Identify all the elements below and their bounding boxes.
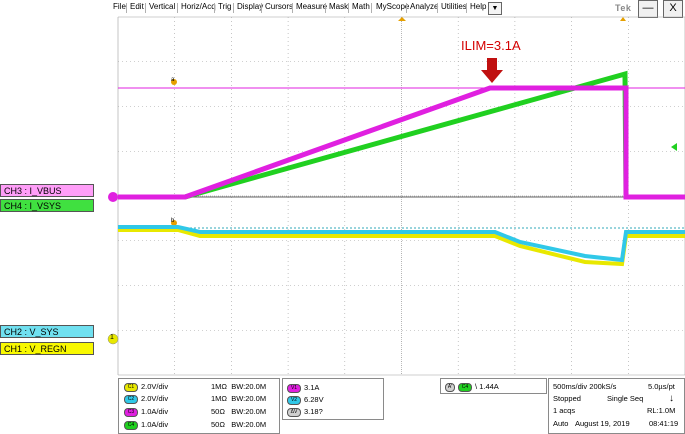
- ch1-badge: C1: [124, 382, 138, 392]
- ch3-bw: W:20.0M: [236, 407, 267, 416]
- ref-a-label: a: [171, 77, 175, 83]
- ch1-label: CH1 : V_REGN: [0, 342, 94, 355]
- trigger-source-badge: A': [445, 382, 455, 392]
- ch4-impedance: 50Ω: [211, 420, 225, 429]
- single-seq-arrow-icon: ↓: [669, 393, 674, 404]
- timebase: 500ms/div: [553, 382, 588, 391]
- cursor-delta-value: 3.18?: [304, 407, 323, 416]
- ch3-badge: C3: [124, 407, 138, 417]
- acq-count: 1 acqs: [553, 406, 576, 415]
- cursor-v2-value: 6.28V: [304, 395, 324, 404]
- timebase-row: 500ms/div 200kS/s: [553, 382, 616, 391]
- timebase-marker: [620, 17, 626, 21]
- acq-state: Stopped: [553, 394, 581, 403]
- ch4-badge: C4: [124, 420, 138, 430]
- ch1-settings-row: C1 2.0V/div: [124, 382, 168, 392]
- ch3-trace: [118, 85, 685, 200]
- trigger-row: A' C4 \ 1.44A: [445, 382, 499, 392]
- trigger-position-marker: [398, 17, 406, 21]
- ch3-impedance: 50Ω: [211, 407, 225, 416]
- ch2-label: CH2 : V_SYS: [0, 325, 94, 338]
- trigger-level: 1.44A: [479, 382, 499, 391]
- ch3-settings-row: C3 1.0A/div: [124, 407, 168, 417]
- acq-date: August 19, 2019: [575, 419, 630, 428]
- vertical-settings-panel[interactable]: C1 2.0V/div 1MΩ BW:20.0M C2 2.0V/div 1MΩ B…: [118, 378, 280, 434]
- cursor-v1-value: 3.1A: [304, 383, 320, 392]
- ch2-impedance: 1MΩ: [211, 394, 228, 403]
- cursor-v1-row: V1 3.1A: [287, 383, 319, 393]
- ch3-label: CH3 : I_VBUS: [0, 184, 94, 197]
- ch3-scale: 1.0A/div: [141, 407, 169, 416]
- ilim-arrow-shaft: [487, 58, 497, 70]
- ch2-settings-row: C2 2.0V/div: [124, 394, 168, 404]
- sample-rate: 200kS/s: [589, 382, 617, 391]
- ch2-bw: W:20.0M: [236, 394, 267, 403]
- ch4-settings-row: C4 1.0A/div: [124, 420, 168, 430]
- graticule-grid: [117, 16, 685, 376]
- record-length: RL:1.0M: [647, 406, 676, 415]
- cursor-delta-row: ΔV 3.18?: [287, 407, 323, 417]
- ch2-badge: C2: [124, 394, 138, 404]
- waveform-display: [107, 16, 685, 376]
- ilim-annotation: ILIM=3.1A: [461, 38, 521, 53]
- cursor-v2-row: V2 6.28V: [287, 395, 324, 405]
- ch4-bw: W:20.0M: [236, 420, 267, 429]
- trigger-channel-badge: C4: [458, 382, 472, 392]
- trigger-mode: Auto: [553, 419, 569, 428]
- ch4-trace: [118, 70, 685, 200]
- ch4-label: CH4 : I_VSYS: [0, 199, 94, 212]
- ch1-scale: 2.0V/div: [141, 382, 169, 391]
- trigger-readout-panel[interactable]: A' C4 \ 1.44A: [440, 378, 547, 394]
- acq-mode: Single Seq: [607, 394, 644, 403]
- ch2-scale: 2.0V/div: [141, 394, 169, 403]
- trigger-slope-icon: \: [475, 382, 478, 391]
- ch4-trigger-level-marker: [671, 143, 677, 151]
- ch1-impedance-row: 1MΩ BW:20.0M: [211, 382, 267, 391]
- ch3-impedance-row: 50Ω BW:20.0M: [211, 407, 267, 416]
- ch1-bw: W:20.0M: [236, 382, 267, 391]
- cursor-v1-badge: V1: [287, 383, 301, 393]
- resolution: 5.0µs/pt: [648, 382, 675, 391]
- ref-b-label: b: [171, 218, 175, 224]
- cursor-delta-badge: ΔV: [287, 407, 301, 417]
- acq-time: 08:41:19: [649, 419, 679, 428]
- ch2-impedance-row: 1MΩ BW:20.0M: [211, 394, 267, 403]
- ch4-scale: 1.0A/div: [141, 420, 169, 429]
- cursor-readout-panel[interactable]: V1 3.1A V2 6.28V ΔV 3.18?: [282, 378, 384, 420]
- ch3-offset-marker: [108, 192, 118, 202]
- ch1-marker-label: 1: [110, 334, 114, 341]
- ch1-impedance: 1MΩ: [211, 382, 228, 391]
- ilim-arrow-head: [481, 70, 503, 83]
- status-bar: C1 2.0V/div 1MΩ BW:20.0M C2 2.0V/div 1MΩ B…: [118, 378, 685, 434]
- acquisition-panel[interactable]: 500ms/div 200kS/s 5.0µs/pt Stopped Singl…: [548, 378, 685, 434]
- cursor-v2-badge: V2: [287, 395, 301, 405]
- ch4-impedance-row: 50Ω BW:20.0M: [211, 420, 267, 429]
